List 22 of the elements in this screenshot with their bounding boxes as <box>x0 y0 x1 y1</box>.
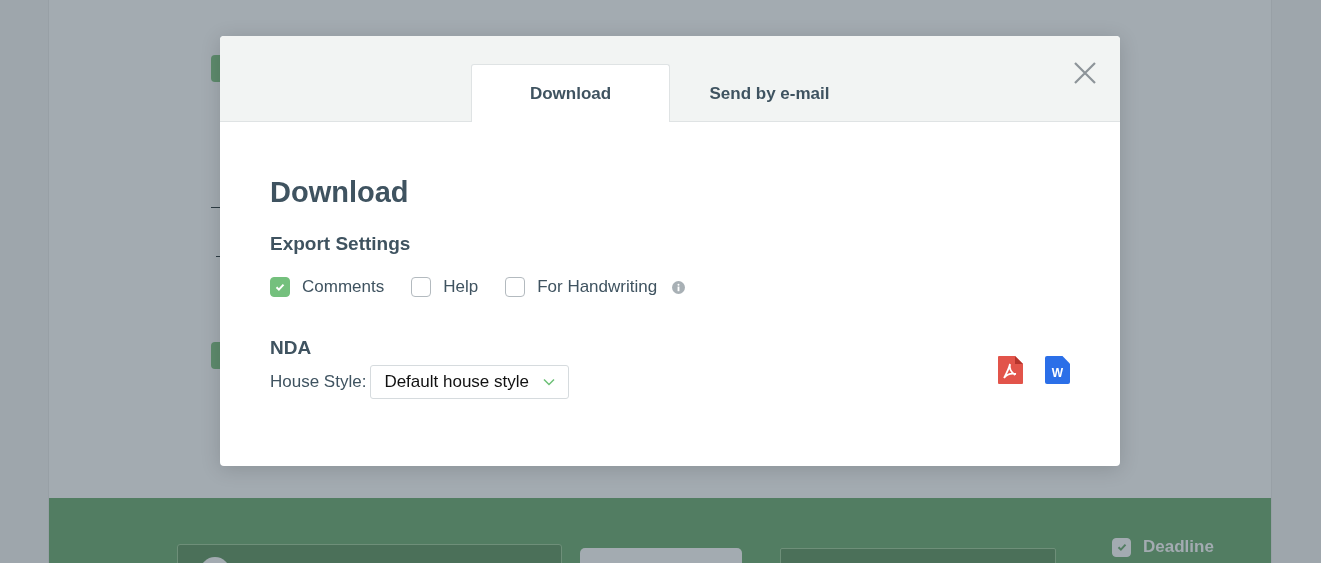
info-icon[interactable] <box>672 280 686 294</box>
check-icon <box>274 281 286 293</box>
tab[interactable]: Download <box>471 64 670 122</box>
checkbox[interactable] <box>411 277 432 297</box>
checkbox-label: Help <box>443 277 479 297</box>
checkbox[interactable] <box>505 277 526 297</box>
check-icon <box>1115 541 1128 553</box>
tab[interactable]: Send by e-mail <box>670 64 869 122</box>
section-heading: Export Settings <box>270 233 411 255</box>
document-name: NDA <box>270 337 312 359</box>
checkbox[interactable] <box>1112 537 1131 557</box>
house-style-dropdown[interactable]: Default house style <box>370 365 569 399</box>
pdf-file-icon[interactable] <box>998 356 1023 384</box>
word-file-icon[interactable]: W <box>1045 356 1070 384</box>
checkbox-label: For Handwriting <box>537 277 658 297</box>
chevron-down-icon <box>543 378 555 386</box>
field-label: House Style: <box>270 372 367 392</box>
checkbox[interactable] <box>270 277 290 297</box>
close-icon[interactable] <box>1073 61 1097 85</box>
checkbox-label: Deadline <box>1143 537 1214 557</box>
checkbox-label: Comments <box>302 277 385 297</box>
dialog-title: Download <box>270 176 409 209</box>
